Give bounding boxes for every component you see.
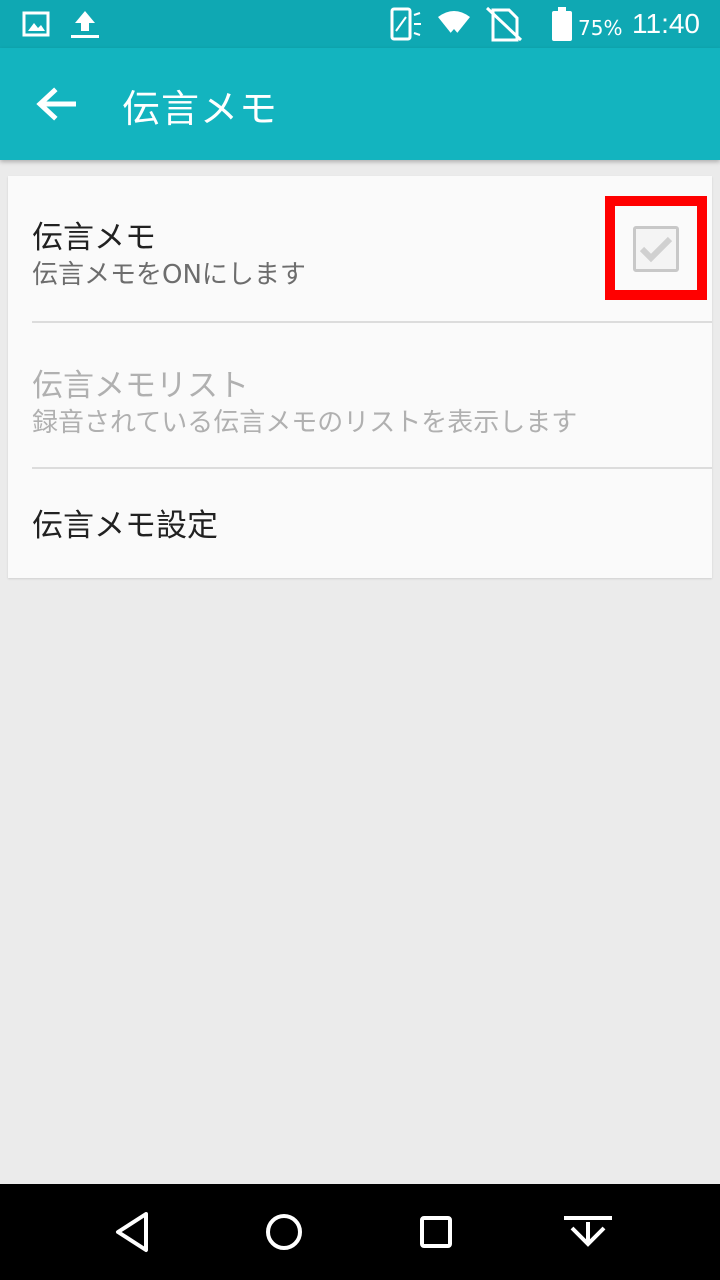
back-button[interactable] xyxy=(24,72,88,136)
battery-percent: 75% xyxy=(578,16,623,40)
page-title: 伝言メモ xyxy=(122,87,279,131)
navigation-bar xyxy=(0,1184,720,1280)
pref-title: 伝言メモリスト xyxy=(32,368,249,404)
upload-icon xyxy=(68,0,102,48)
back-triangle-icon xyxy=(116,1212,148,1252)
nav-home-button[interactable] xyxy=(254,1202,314,1262)
nav-recents-button[interactable] xyxy=(406,1202,466,1262)
pref-summary: 録音されている伝言メモのリストを表示します xyxy=(32,408,578,438)
vibrate-icon xyxy=(388,0,424,48)
back-arrow-icon xyxy=(36,87,76,121)
highlight-box xyxy=(605,196,707,300)
status-time: 11:40 xyxy=(632,8,700,39)
pref-title: 伝言メモ設定 xyxy=(32,508,218,544)
app-bar: 伝言メモ xyxy=(0,48,720,160)
recents-square-icon xyxy=(420,1216,452,1248)
pref-row-memo-settings[interactable]: 伝言メモ設定 xyxy=(8,468,712,578)
wifi-icon xyxy=(434,0,474,48)
no-sim-icon xyxy=(484,0,524,48)
pref-summary: 伝言メモをONにします xyxy=(32,260,306,290)
battery-icon xyxy=(550,0,574,48)
notification-pull-icon xyxy=(564,1216,612,1247)
image-icon xyxy=(20,0,52,48)
pref-row-memo-list[interactable]: 伝言メモリスト 録音されている伝言メモのリストを表示します xyxy=(8,322,712,468)
nav-notification-button[interactable] xyxy=(558,1202,618,1262)
pref-title: 伝言メモ xyxy=(32,220,156,256)
status-bar: 75% 11:40 xyxy=(0,0,720,48)
nav-back-button[interactable] xyxy=(102,1202,162,1262)
home-circle-icon xyxy=(266,1214,302,1250)
